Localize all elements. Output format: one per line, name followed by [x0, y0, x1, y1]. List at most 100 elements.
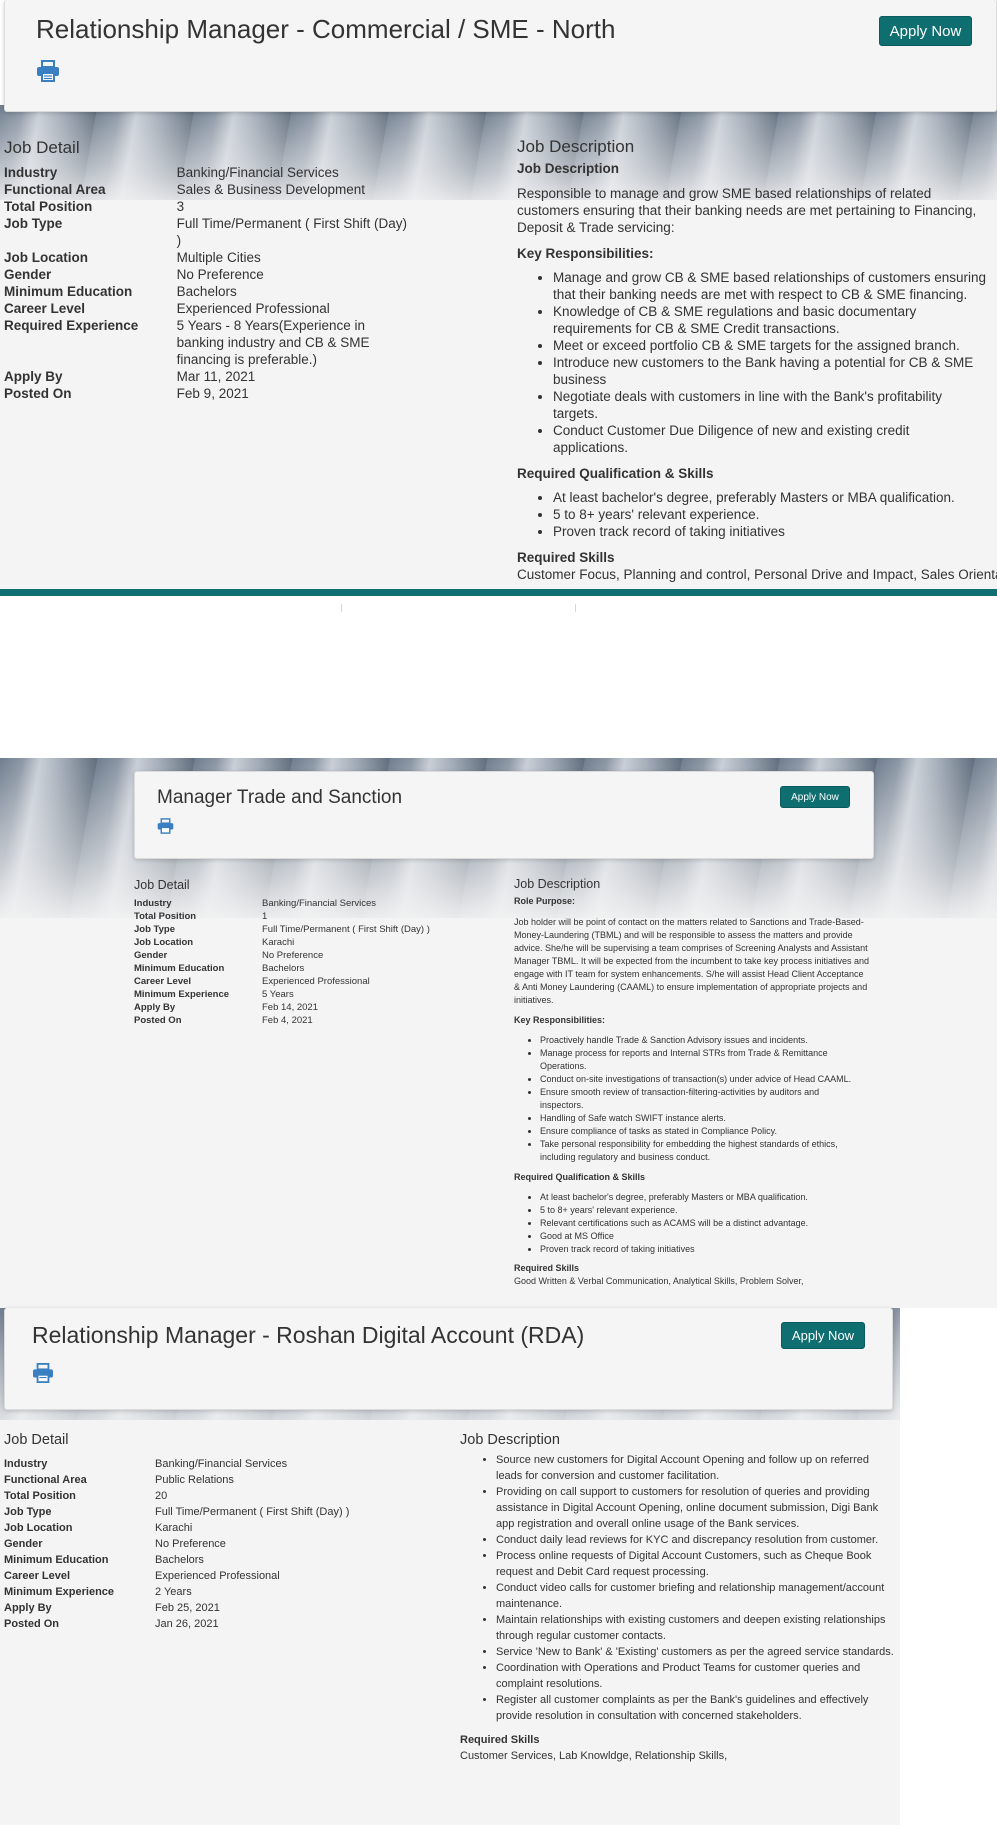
job3-description: Job Description Source new customers for… — [460, 1432, 900, 1764]
detail-value: Bachelors — [155, 1554, 204, 1566]
job3-responsibilities: Source new customers for Digital Account… — [460, 1452, 895, 1724]
detail-row: Minimum Experience 5 Years — [134, 988, 434, 1001]
detail-row: Industry Banking/Financial Services — [134, 897, 434, 910]
detail-row: Gender No Preference — [4, 1536, 384, 1552]
section-divider-band — [0, 589, 997, 596]
detail-value: Feb 25, 2021 — [155, 1602, 220, 1614]
detail-row: Job Type Full Time/Permanent ( First Shif… — [4, 215, 414, 249]
job3-title-card: Relationship Manager - Roshan Digital Ac… — [4, 1308, 893, 1410]
list-item: Relevant certifications such as ACAMS wi… — [540, 1217, 869, 1230]
job2-qual-heading: Required Qualification & Skills — [514, 1172, 646, 1182]
detail-row: Minimum Experience 2 Years — [4, 1584, 384, 1600]
detail-value: 2 Years — [155, 1586, 192, 1598]
job2-resp-heading: Key Responsibilities: — [514, 1015, 606, 1025]
job1-description: Job Description Job Description Responsi… — [517, 138, 997, 583]
detail-value: Full Time/Permanent ( First Shift (Day) … — [176, 216, 407, 248]
job2-detail-heading: Job Detail — [134, 878, 190, 892]
detail-value: Bachelors — [262, 963, 305, 974]
job2-qualifications: At least bachelor's degree, preferably M… — [514, 1191, 869, 1256]
detail-row: Gender No Preference — [134, 949, 434, 962]
detail-value: 1 — [262, 911, 268, 922]
list-item: Take personal responsibility for embeddi… — [540, 1138, 854, 1164]
detail-row: Minimum Education Bachelors — [4, 1552, 384, 1568]
detail-label: Minimum Experience — [134, 989, 230, 1000]
list-item: 5 to 8+ years' relevant experience. — [553, 506, 997, 523]
detail-label: Gender — [134, 950, 168, 961]
detail-label: Minimum Education — [4, 1554, 109, 1566]
list-item: Manage process for reports and Internal … — [540, 1047, 854, 1073]
detail-value: Sales & Business Development — [176, 182, 366, 197]
list-item: Process online requests of Digital Accou… — [496, 1548, 895, 1580]
detail-value: Feb 9, 2021 — [176, 386, 249, 401]
detail-value: Experienced Professional — [155, 1570, 280, 1582]
detail-row: Posted On Jan 26, 2021 — [4, 1616, 384, 1632]
detail-label: Apply By — [134, 1002, 176, 1013]
detail-value: No Preference — [176, 267, 264, 282]
print-icon[interactable] — [157, 818, 174, 834]
job2-skills: Good Written & Verbal Communication, Ana… — [514, 1276, 804, 1286]
print-icon[interactable] — [32, 1363, 54, 1383]
detail-label: Minimum Experience — [4, 1586, 115, 1598]
job2-apply-button[interactable]: Apply Now — [780, 786, 850, 808]
detail-value: Jan 26, 2021 — [155, 1618, 219, 1630]
list-item: Maintain relationships with existing cus… — [496, 1612, 895, 1644]
job2-detail-table: Industry Banking/Financial Services Total … — [134, 897, 434, 1027]
detail-value: Feb 4, 2021 — [262, 1015, 313, 1026]
job1-desc-subheading: Job Description — [517, 161, 620, 176]
list-item: Negotiate deals with customers in line w… — [553, 388, 987, 422]
list-item: Introduce new customers to the Bank havi… — [553, 354, 987, 388]
job1-qualifications: At least bachelor's degree, preferably M… — [517, 489, 997, 540]
job1-resp-heading: Key Responsibilities: — [517, 246, 654, 261]
list-item: Service 'New to Bank' & 'Existing' custo… — [496, 1644, 895, 1660]
job1-apply-button[interactable]: Apply Now — [879, 16, 972, 46]
job1-title: Relationship Manager - Commercial / SME … — [36, 14, 616, 44]
detail-label: Apply By — [4, 1602, 52, 1614]
detail-row: Job Type Full Time/Permanent ( First Shif… — [134, 923, 434, 936]
list-item: Register all customer complaints as per … — [496, 1692, 895, 1724]
divider-tick — [341, 604, 342, 612]
detail-row: Functional Area Public Relations — [4, 1472, 384, 1488]
list-item: Ensure compliance of tasks as stated in … — [540, 1125, 854, 1138]
job1-detail-heading: Job Detail — [4, 138, 80, 157]
list-item: Conduct video calls for customer briefin… — [496, 1580, 895, 1612]
list-item: Handling of Safe watch SWIFT instance al… — [540, 1112, 854, 1125]
print-icon[interactable] — [36, 60, 60, 82]
job1-qual-heading: Required Qualification & Skills — [517, 466, 714, 481]
detail-value: Experienced Professional — [176, 301, 330, 316]
detail-row: Functional Area Sales & Business Developm… — [4, 181, 414, 198]
detail-row: Career Level Experienced Professional — [4, 300, 414, 317]
detail-label: Posted On — [4, 386, 72, 401]
detail-row: Total Position 1 — [134, 910, 434, 923]
detail-label: Job Type — [4, 1506, 52, 1518]
detail-label: Functional Area — [4, 1474, 87, 1486]
detail-value: No Preference — [262, 950, 324, 961]
detail-label: Apply By — [4, 369, 63, 384]
detail-value: Banking/Financial Services — [155, 1458, 288, 1470]
detail-row: Total Position 3 — [4, 198, 414, 215]
list-item: Ensure smooth review of transaction-filt… — [540, 1086, 854, 1112]
list-item: 5 to 8+ years' relevant experience. — [540, 1204, 869, 1217]
detail-label: Total Position — [134, 911, 197, 922]
detail-value: 5 Years - 8 Years(Experience in banking … — [176, 318, 370, 367]
detail-row: Job Location Karachi — [134, 936, 434, 949]
list-item: Conduct daily lead reviews for KYC and d… — [496, 1532, 895, 1548]
detail-label: Job Type — [134, 924, 175, 935]
detail-row: Career Level Experienced Professional — [134, 975, 434, 988]
list-item: Proactively handle Trade & Sanction Advi… — [540, 1034, 854, 1047]
detail-value: Bachelors — [176, 284, 237, 299]
list-item: At least bachelor's degree, preferably M… — [553, 489, 997, 506]
divider-tick — [575, 604, 576, 612]
detail-value: Mar 11, 2021 — [176, 369, 256, 384]
job2-title-card: Manager Trade and Sanction Apply Now — [134, 771, 874, 859]
detail-value: 5 Years — [262, 989, 294, 1000]
detail-value: Karachi — [155, 1522, 193, 1534]
list-item: At least bachelor's degree, preferably M… — [540, 1191, 869, 1204]
job3-apply-button[interactable]: Apply Now — [781, 1322, 865, 1349]
detail-label: Gender — [4, 1538, 43, 1550]
detail-row: Industry Banking/Financial Services — [4, 1456, 384, 1472]
detail-label: Career Level — [4, 1570, 71, 1582]
job1-responsibilities: Manage and grow CB & SME based relations… — [517, 269, 987, 456]
detail-label: Posted On — [4, 1618, 60, 1630]
job1-title-card: Relationship Manager - Commercial / SME … — [4, 0, 997, 112]
job3-detail-heading: Job Detail — [4, 1432, 69, 1448]
